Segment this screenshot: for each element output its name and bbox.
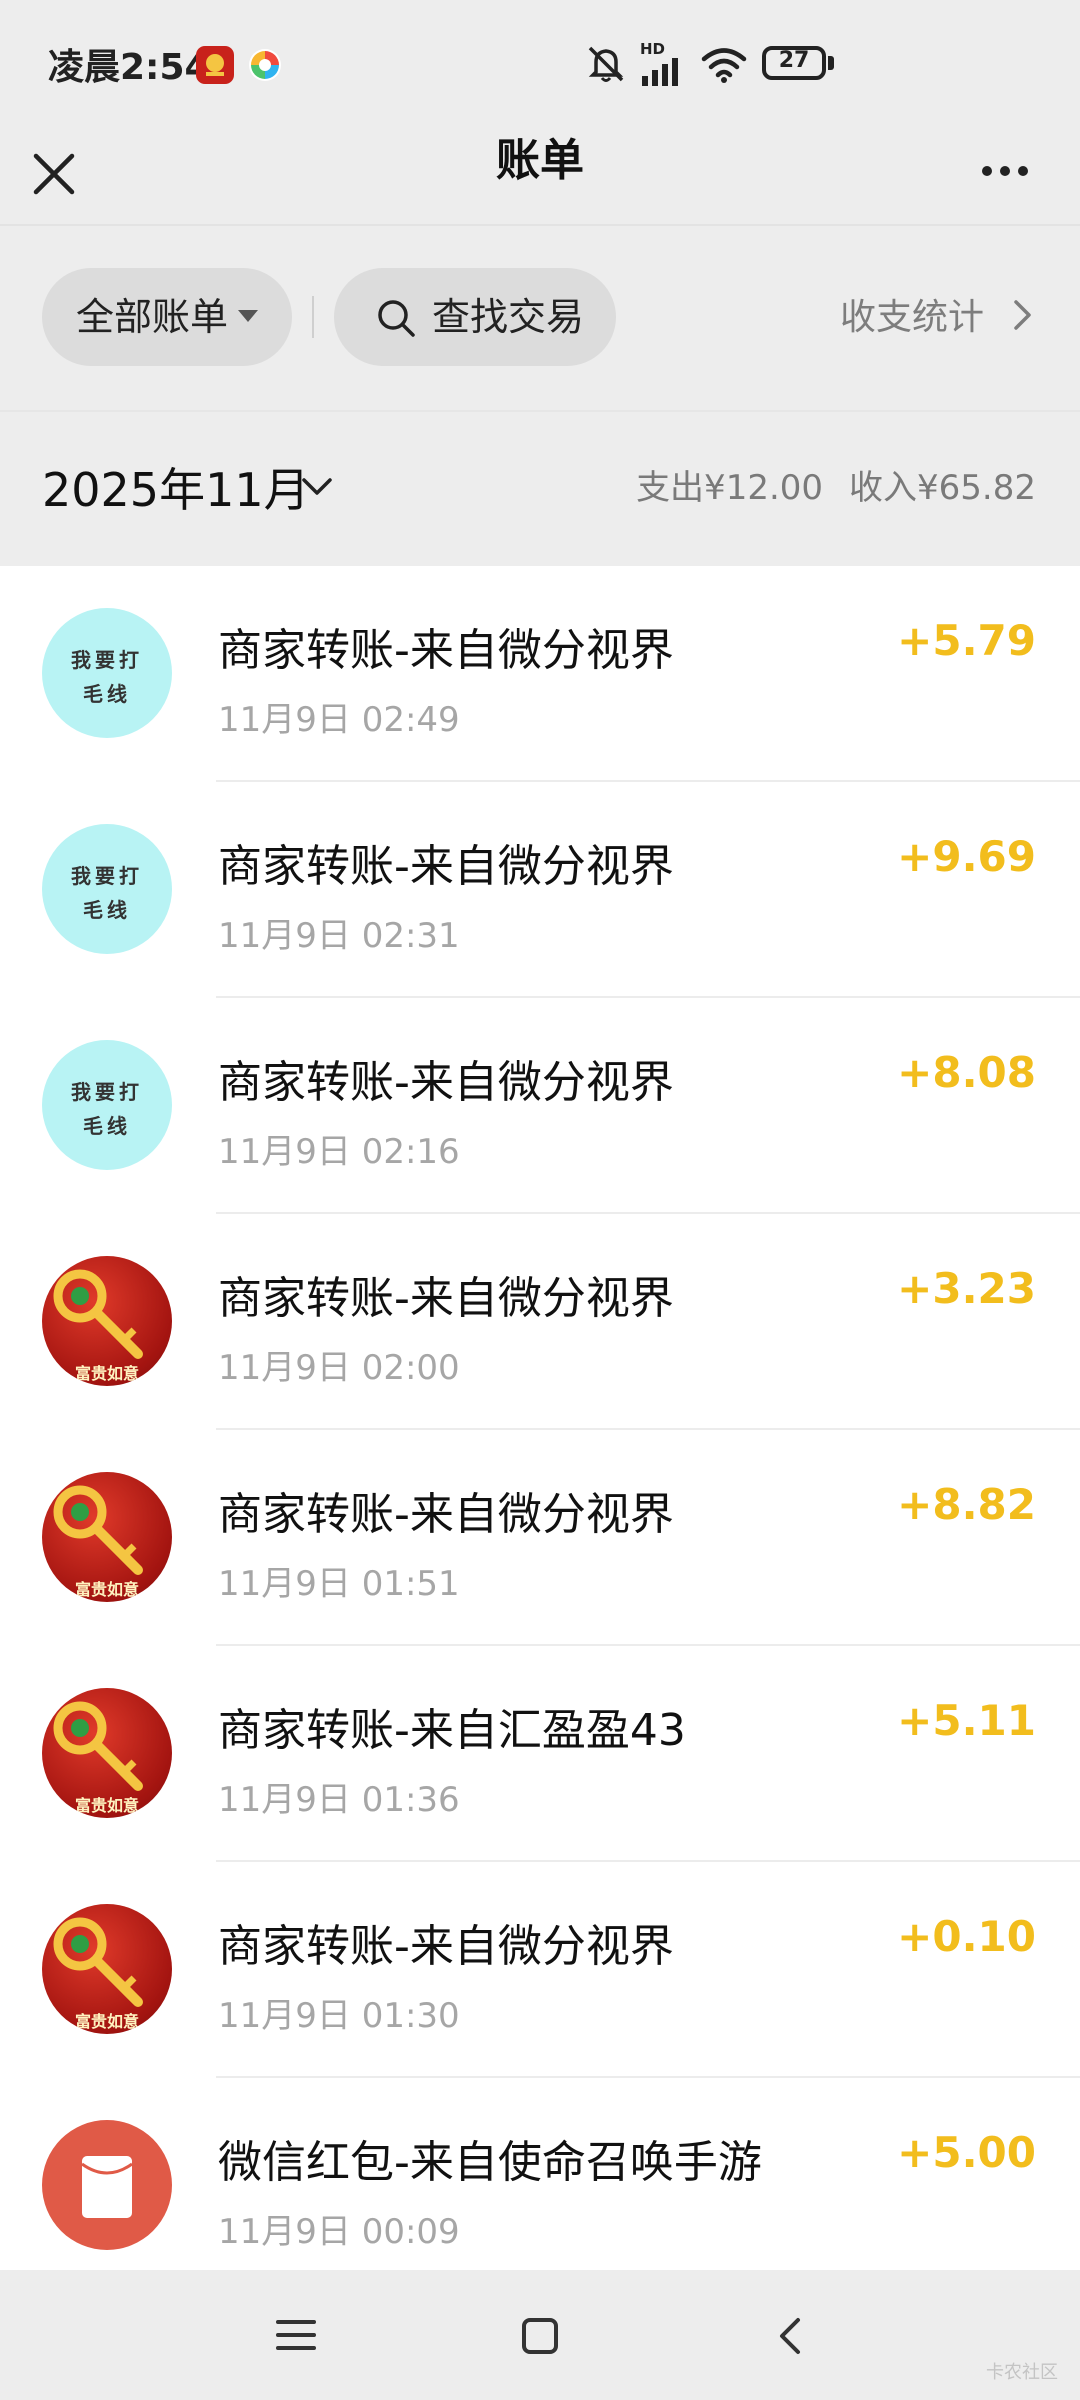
app-colorful-icon	[246, 46, 284, 84]
title-bar: 账单	[0, 128, 1080, 224]
avatar-text: 毛线	[83, 898, 131, 922]
signal-icon	[642, 58, 678, 86]
transaction-title: 商家转账-来自微分视界	[218, 1489, 674, 1540]
avatar-text: 我要打	[71, 1080, 143, 1104]
battery-nub	[828, 56, 834, 70]
transaction-row[interactable]: 富贵如意 商家转账-来自微分视界 11月9日 01:51 +8.82	[0, 1430, 1080, 1646]
transaction-time: 11月9日 02:49	[218, 700, 460, 740]
merchant-avatar: 我要打 毛线	[42, 608, 172, 738]
income-total: 收入¥65.82	[849, 468, 1036, 508]
battery-level: 27	[778, 48, 810, 73]
transaction-title: 商家转账-来自微分视界	[218, 1273, 674, 1324]
month-summary: 支出¥12.00 收入¥65.82	[636, 460, 1036, 509]
transaction-row[interactable]: 富贵如意 商家转账-来自微分视界 11月9日 01:30 +0.10	[0, 1862, 1080, 2078]
filter-divider	[312, 296, 314, 338]
avatar-text: 我要打	[71, 864, 143, 888]
merchant-avatar: 富贵如意	[42, 1688, 172, 1818]
transaction-amount: +5.00	[897, 2128, 1036, 2177]
more-icon	[982, 166, 992, 176]
avatar-text: 我要打	[71, 648, 143, 672]
menu-icon	[276, 2320, 316, 2350]
transaction-amount: +8.82	[897, 1480, 1036, 1529]
caret-down-icon	[238, 310, 258, 322]
watermark: 卡农社区	[986, 2362, 1058, 2383]
transaction-title: 商家转账-来自微分视界	[218, 625, 674, 676]
avatar-caption: 富贵如意	[74, 2012, 139, 2031]
home-nav-button[interactable]	[500, 2300, 580, 2370]
back-icon	[780, 2318, 800, 2354]
avatar-text: 毛线	[83, 682, 131, 706]
stats-link[interactable]: 收支统计	[840, 288, 984, 340]
close-icon	[33, 153, 75, 195]
bill-page: 凌晨2:54 HD 27 账单 全部账单 查找交易 收支统计 2025年11月 …	[0, 0, 1080, 2400]
transaction-amount: +8.08	[897, 1048, 1036, 1097]
transaction-time: 11月9日 00:09	[218, 2212, 460, 2252]
avatar-text: 毛线	[83, 1114, 131, 1138]
more-button[interactable]	[970, 150, 1040, 190]
status-bar: 凌晨2:54 HD 27	[0, 0, 1080, 128]
chevron-down-icon	[302, 478, 332, 495]
transaction-amount: +3.23	[897, 1264, 1036, 1313]
transaction-row[interactable]: 微信红包-来自使命召唤手游 11月9日 00:09 +5.00	[0, 2078, 1080, 2270]
merchant-avatar: 富贵如意	[42, 1904, 172, 2034]
transaction-title: 商家转账-来自微分视界	[218, 841, 674, 892]
menu-nav-button[interactable]	[256, 2300, 336, 2370]
transaction-list: 我要打 毛线 商家转账-来自微分视界 11月9日 02:49 +5.79 我要打…	[0, 566, 1080, 2270]
month-selector[interactable]: 2025年11月	[42, 454, 310, 520]
transaction-time: 11月9日 01:51	[218, 1564, 460, 1604]
transaction-amount: +9.69	[897, 832, 1036, 881]
search-label: 查找交易	[432, 295, 585, 339]
transaction-amount: +0.10	[897, 1912, 1036, 1961]
transaction-row[interactable]: 我要打 毛线 商家转账-来自微分视界 11月9日 02:31 +9.69	[0, 782, 1080, 998]
red-packet-icon	[81, 2156, 133, 2218]
chevron-right-icon	[1014, 300, 1031, 330]
transaction-row[interactable]: 我要打 毛线 商家转账-来自微分视界 11月9日 02:16 +8.08	[0, 998, 1080, 1214]
app-red-icon	[196, 46, 234, 84]
all-bills-label: 全部账单	[76, 295, 229, 339]
transaction-row[interactable]: 我要打 毛线 商家转账-来自微分视界 11月9日 02:49 +5.79	[0, 566, 1080, 782]
month-row: 2025年11月 支出¥12.00 收入¥65.82	[0, 412, 1080, 566]
transaction-title: 商家转账-来自微分视界	[218, 1057, 674, 1108]
close-button[interactable]	[28, 136, 80, 216]
transaction-row[interactable]: 富贵如意 商家转账-来自微分视界 11月9日 02:00 +3.23	[0, 1214, 1080, 1430]
transaction-title: 商家转账-来自微分视界	[218, 1921, 674, 1972]
filter-row: 全部账单 查找交易 收支统计	[0, 226, 1080, 410]
merchant-avatar: 我要打 毛线	[42, 1040, 172, 1170]
home-icon	[522, 2318, 558, 2354]
merchant-avatar: 富贵如意	[42, 1472, 172, 1602]
system-navigation-bar: 卡农社区	[0, 2270, 1080, 2400]
merchant-avatar: 我要打 毛线	[42, 824, 172, 954]
more-icon-dot	[1018, 166, 1028, 176]
transaction-time: 11月9日 01:30	[218, 1996, 460, 2036]
wifi-icon	[701, 48, 747, 83]
transaction-time: 11月9日 02:31	[218, 916, 460, 956]
transaction-row[interactable]: 富贵如意 商家转账-来自汇盈盈43 11月9日 01:36 +5.11	[0, 1646, 1080, 1862]
search-transactions-button[interactable]: 查找交易	[334, 268, 616, 366]
transaction-amount: +5.79	[897, 616, 1036, 665]
merchant-avatar: 富贵如意	[42, 1256, 172, 1386]
transaction-time: 11月9日 02:16	[218, 1132, 460, 1172]
page-title: 账单	[496, 135, 584, 186]
transaction-title: 微信红包-来自使命召唤手游	[218, 2137, 762, 2188]
transaction-title: 商家转账-来自汇盈盈43	[218, 1705, 686, 1756]
status-time: 凌晨2:54	[48, 47, 210, 88]
avatar-caption: 富贵如意	[74, 1364, 139, 1383]
all-bills-filter[interactable]: 全部账单	[42, 268, 292, 366]
avatar-caption: 富贵如意	[74, 1580, 139, 1599]
expense-total: 支出¥12.00	[636, 468, 824, 508]
avatar-caption: 富贵如意	[74, 1796, 139, 1815]
search-icon	[378, 300, 415, 337]
more-icon-dot	[1000, 166, 1010, 176]
back-nav-button[interactable]	[752, 2300, 832, 2370]
transaction-time: 11月9日 01:36	[218, 1780, 460, 1820]
mute-icon	[588, 46, 624, 82]
transaction-time: 11月9日 02:00	[218, 1348, 460, 1388]
transaction-amount: +5.11	[897, 1696, 1036, 1745]
red-packet-avatar	[42, 2120, 172, 2250]
